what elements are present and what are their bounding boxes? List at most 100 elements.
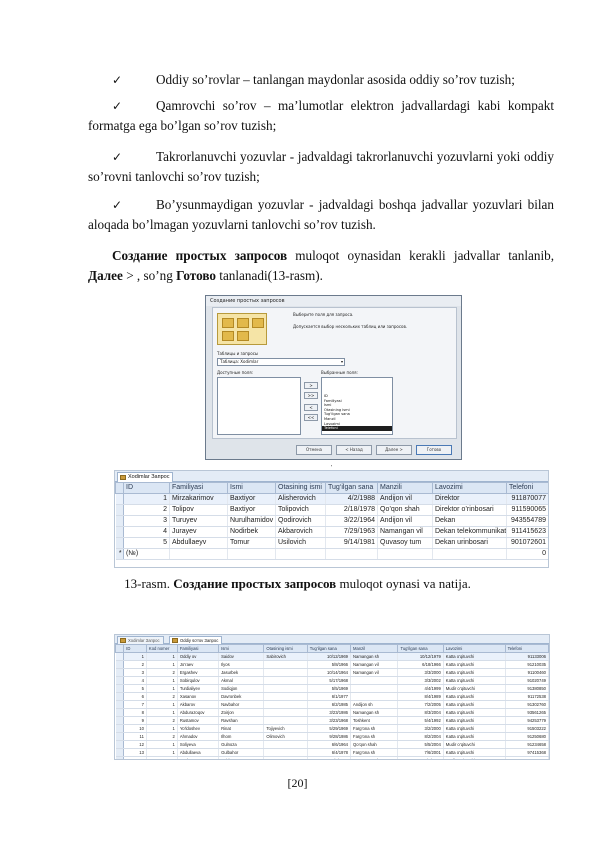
cell[interactable]: Mudir o’qituvchi xyxy=(443,756,506,759)
cell[interactable]: Katta o’qituvchi xyxy=(443,708,506,717)
table-row[interactable]: 5 1 Turdialiyev Sodiqjon 5/5/1969 4/4/1999 Mud… xyxy=(115,684,549,693)
new-record-value[interactable]: 0 xyxy=(506,548,548,560)
cell-id[interactable]: 3 xyxy=(123,515,170,527)
cell[interactable]: Abdurazoqov xyxy=(177,708,220,717)
cell[interactable]: 5/5/1969 xyxy=(307,684,352,693)
cell[interactable] xyxy=(263,756,308,759)
row-selector[interactable] xyxy=(115,668,125,677)
cell[interactable]: Katta o’qituvchi xyxy=(443,716,506,725)
table-row[interactable]: 1 1 Oddiy ov Saidov Sabirovich 10/12/1969 Nama… xyxy=(115,652,549,661)
cell[interactable]: 5/8/1966 xyxy=(307,660,352,669)
row-selector[interactable] xyxy=(115,740,125,749)
cell[interactable]: Qodirovich xyxy=(275,515,326,527)
cell[interactable]: Namangan sh xyxy=(350,708,399,717)
cell[interactable]: 2 xyxy=(146,692,178,701)
cell[interactable]: 91172538 xyxy=(505,692,549,701)
cell[interactable] xyxy=(263,716,308,725)
cell-id[interactable]: 5 xyxy=(123,684,147,693)
cell[interactable]: Ilhom xyxy=(218,732,265,741)
column-header[interactable]: ID xyxy=(123,644,147,653)
column-header[interactable]: Ismi xyxy=(227,482,276,494)
cell[interactable] xyxy=(350,692,399,701)
row-selector[interactable] xyxy=(115,708,125,717)
cell-id[interactable]: 10 xyxy=(123,724,147,733)
cell[interactable] xyxy=(263,668,308,677)
cell[interactable]: 1 xyxy=(146,740,178,749)
cell[interactable]: 3/23/1986 xyxy=(307,708,352,717)
cell[interactable]: Jo’raev xyxy=(177,660,220,669)
cell[interactable]: 1 xyxy=(146,660,178,669)
cell[interactable]: 4/2/1988 xyxy=(325,493,378,505)
cell[interactable]: 3/2/2000 xyxy=(397,724,444,733)
cell[interactable]: 7/2/2005 xyxy=(397,700,444,709)
move-one-button[interactable]: > xyxy=(304,382,318,389)
table-row[interactable]: 3 2 Ergashev Jasurbek 10/14/1964 Namangan vil… xyxy=(115,668,549,677)
cell-id[interactable]: 5 xyxy=(123,537,170,549)
cell[interactable]: Jurayev xyxy=(169,526,228,538)
cell-id[interactable]: 1 xyxy=(123,652,147,661)
cell[interactable]: 943554789 xyxy=(506,515,548,527)
cell[interactable]: Gulbahor xyxy=(218,748,265,757)
cell[interactable]: Olimovich xyxy=(263,732,308,741)
column-header[interactable]: Lavozimi xyxy=(442,644,506,653)
cell[interactable]: 5/29/1969 xyxy=(307,724,352,733)
cell[interactable]: Baxtiyor xyxy=(227,504,276,516)
column-header[interactable]: Kod nomer xyxy=(145,644,178,653)
cell[interactable]: Ahmadov xyxy=(177,732,220,741)
cell[interactable]: 6/6/1964 xyxy=(307,740,352,749)
table-row[interactable]: 10 1 Yo’ldoshev Rinat Tojiyevich 5/29/1969 Far… xyxy=(115,724,549,733)
cell[interactable]: Saidxon xyxy=(218,756,265,759)
cell[interactable]: 1 xyxy=(146,684,178,693)
row-selector[interactable] xyxy=(115,724,125,733)
cell[interactable]: Rustamov xyxy=(177,716,220,725)
cell[interactable]: Tolipovich xyxy=(275,504,326,516)
column-header[interactable]: Telefoni xyxy=(506,482,548,494)
cell[interactable]: Ergashev xyxy=(177,668,220,677)
row-selector[interactable] xyxy=(115,660,125,669)
cell[interactable] xyxy=(263,748,308,757)
cell[interactable]: Dekan urinbosari xyxy=(432,537,507,549)
cell-id[interactable]: 2 xyxy=(123,504,170,516)
cell[interactable]: Katta o’qituvchi xyxy=(443,724,506,733)
remove-all-button[interactable]: << xyxy=(304,414,318,421)
cell[interactable] xyxy=(432,548,507,560)
cell[interactable] xyxy=(377,548,433,560)
table-row[interactable]: 7 1 Akbarov Navbahor 6/2/1985 Andijon sh 7/2/2… xyxy=(115,700,549,709)
table-row[interactable]: 3 Turuyev Nurulhamidov Qodirovich 3/22/1… xyxy=(115,515,548,527)
cell[interactable]: 3/23/1968 xyxy=(307,716,352,725)
cell-id[interactable]: 1 xyxy=(123,493,170,505)
cell[interactable]: 9/28/1986 xyxy=(307,732,352,741)
move-all-button[interactable]: >> xyxy=(304,392,318,399)
tab-xodimlar-query[interactable]: Xodimlar Запрос xyxy=(117,636,164,644)
table-row[interactable]: 4 Jurayev Nodirbek Akbarovich 7/29/1963 … xyxy=(115,526,548,538)
cell[interactable]: Andijon vil xyxy=(377,493,433,505)
cell[interactable]: Davronbek xyxy=(218,692,265,701)
new-record-id[interactable]: (№) xyxy=(123,548,170,560)
cell[interactable]: Gulnoza xyxy=(218,740,265,749)
cell[interactable] xyxy=(325,548,378,560)
cell[interactable] xyxy=(227,548,276,560)
cell[interactable] xyxy=(263,684,308,693)
cell[interactable]: Farg’ona sh xyxy=(350,748,399,757)
cell[interactable]: Namangan vil xyxy=(350,668,399,677)
cell[interactable]: 91250680 xyxy=(505,732,549,741)
cell[interactable]: 6/5/1975 xyxy=(307,756,352,759)
cell[interactable]: Andijon vil xyxy=(377,515,433,527)
cell[interactable]: 91133006 xyxy=(505,652,549,661)
cell[interactable]: 91380850 xyxy=(505,684,549,693)
cell[interactable]: 7/6/2001 xyxy=(397,748,444,757)
cell[interactable]: Nodirbek xyxy=(227,526,276,538)
cell[interactable]: 2 xyxy=(146,732,178,741)
table-row[interactable]: 2 1 Jo’raev Ilyos 5/8/1966 Namangan vil 6/18/1… xyxy=(115,660,549,669)
cell[interactable]: 6/2/1985 xyxy=(307,700,352,709)
cell[interactable]: Nurulhamidov xyxy=(227,515,276,527)
cell[interactable]: 3/22/1964 xyxy=(325,515,378,527)
selected-field-active[interactable]: Telefoni xyxy=(322,426,392,431)
next-button[interactable]: Далее > xyxy=(376,445,412,455)
cell[interactable]: Tolipov xyxy=(169,504,228,516)
column-header[interactable]: Tug‘ilgan sana xyxy=(325,482,378,494)
cell[interactable]: 1 xyxy=(146,756,178,759)
cell[interactable]: 3/3/2002 xyxy=(397,676,444,685)
cell[interactable]: Qo’qon shah xyxy=(350,740,399,749)
table-row[interactable]: 9 2 Rustamov Ravshan 3/23/1968 Toshkent 5/4/19… xyxy=(115,716,549,725)
